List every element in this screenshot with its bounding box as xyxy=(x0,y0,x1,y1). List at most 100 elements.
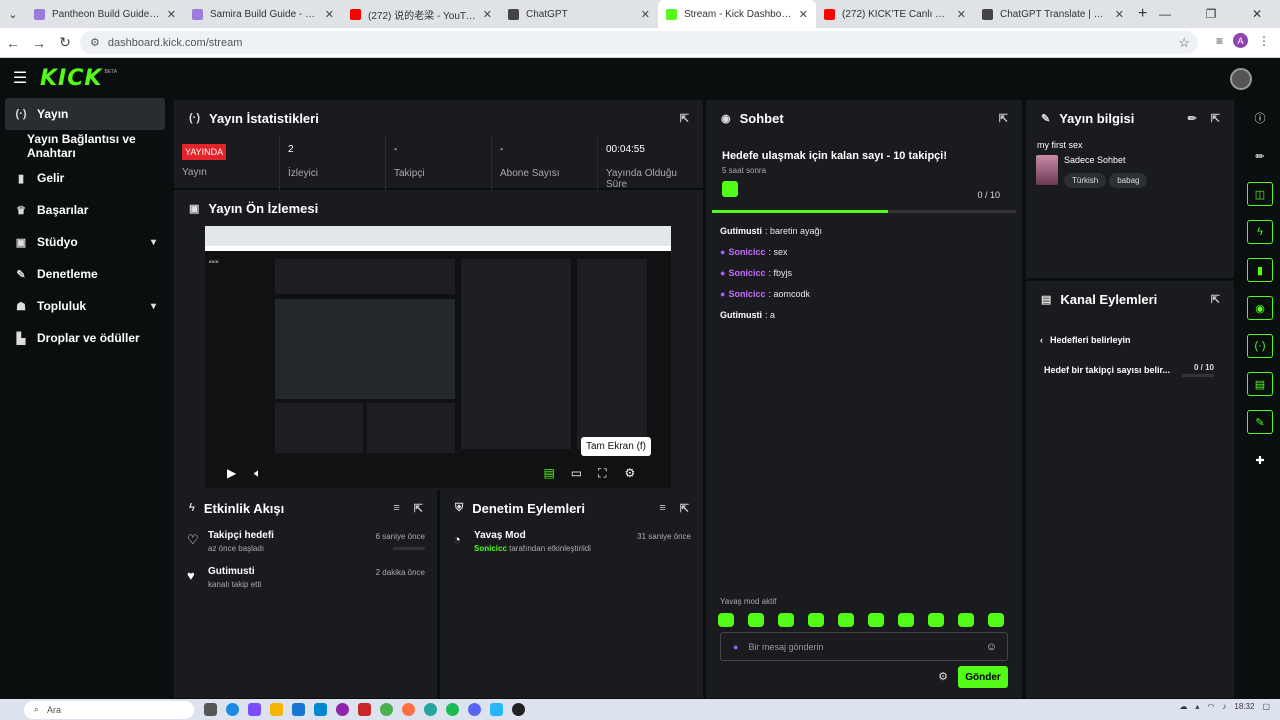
wifi-icon[interactable]: ◠ xyxy=(1207,702,1214,711)
emote-icon[interactable] xyxy=(898,613,914,627)
browser-tab[interactable]: (272) KICK'TE Canlı Yayın Nasıl✕ xyxy=(816,0,974,28)
sidebar-item-topluluk[interactable]: ☗ Topluluk ▾ xyxy=(0,290,170,322)
bookmark-star-icon[interactable]: ☆ xyxy=(1178,35,1190,51)
reload-icon[interactable]: ↻ xyxy=(52,34,78,51)
chrome-icon[interactable] xyxy=(380,703,393,716)
send-button[interactable]: Gönder xyxy=(958,666,1008,688)
close-tab-icon[interactable]: ✕ xyxy=(1115,8,1124,21)
sidebar-item-denetleme[interactable]: ✎ Denetleme xyxy=(0,258,170,290)
emote-icon[interactable] xyxy=(838,613,854,627)
app-icon[interactable] xyxy=(314,703,327,716)
app-icon[interactable] xyxy=(336,703,349,716)
emote-icon[interactable] xyxy=(778,613,794,627)
emote-icon[interactable] xyxy=(988,613,1004,627)
popout-icon[interactable]: ⇱ xyxy=(1211,293,1220,306)
chat-username[interactable]: Gutimusti xyxy=(720,226,762,236)
chatgpt-icon[interactable] xyxy=(512,703,525,716)
popout-icon[interactable]: ⇱ xyxy=(1211,112,1220,125)
chat-input[interactable]: ● Bir mesaj gönderin ☺ xyxy=(720,632,1008,661)
explorer-icon[interactable] xyxy=(270,703,283,716)
popout-icon[interactable]: ⇱ xyxy=(680,112,689,125)
emote-icon[interactable] xyxy=(868,613,884,627)
minimize-icon[interactable]: — xyxy=(1142,7,1188,21)
app-icon[interactable] xyxy=(424,703,437,716)
add-widget-icon[interactable]: ✚ xyxy=(1247,448,1273,472)
edit-icon[interactable]: ✏ xyxy=(1188,112,1197,125)
edge-icon[interactable] xyxy=(226,703,239,716)
browser-tab[interactable]: Stream - Kick Dashboard ✕ xyxy=(658,0,816,28)
actions-widget-icon[interactable]: ▤ xyxy=(1247,372,1273,396)
emote-icon[interactable] xyxy=(748,613,764,627)
discord-icon[interactable] xyxy=(468,703,481,716)
emoji-icon[interactable]: ☺ xyxy=(986,641,997,653)
volume-icon[interactable]: 🔈︎ xyxy=(254,466,261,481)
clip-icon[interactable]: ▤ xyxy=(543,466,554,480)
sidebar-item-studyo[interactable]: ▣ Stüdyo ▾ xyxy=(0,226,170,258)
restore-icon[interactable]: ❐ xyxy=(1188,7,1234,21)
spotify-icon[interactable] xyxy=(446,703,459,716)
emote-icon[interactable] xyxy=(808,613,824,627)
app-icon[interactable] xyxy=(402,703,415,716)
back-icon[interactable]: ← xyxy=(0,35,26,51)
app-icon[interactable] xyxy=(358,703,371,716)
user-avatar[interactable] xyxy=(1230,68,1252,90)
browser-tab[interactable]: (272) 说的老梁 - YouTube ✕ xyxy=(342,0,500,28)
sidebar-item-basarilar[interactable]: ♛ Başarılar xyxy=(0,194,170,226)
store-icon[interactable] xyxy=(292,703,305,716)
playlist-icon[interactable]: ≡ xyxy=(1216,34,1223,48)
fullscreen-icon[interactable]: ⛶ xyxy=(598,466,606,481)
hamburger-menu-icon[interactable]: ☰ xyxy=(0,68,40,88)
popout-icon[interactable]: ⇱ xyxy=(999,112,1008,125)
clock[interactable]: 18:32 xyxy=(1234,702,1254,711)
theatre-icon[interactable]: ▭ xyxy=(571,466,582,480)
popout-icon[interactable]: ⇱ xyxy=(680,502,689,515)
play-icon[interactable]: ▶ xyxy=(227,466,236,480)
emote-icon[interactable] xyxy=(958,613,974,627)
close-tab-icon[interactable]: ✕ xyxy=(483,8,492,21)
close-tab-icon[interactable]: ✕ xyxy=(325,8,334,21)
browser-tab[interactable]: ChatGPT ✕ xyxy=(500,0,658,28)
taskbar-search[interactable]: ⌕ Ara xyxy=(24,700,194,719)
chat-username[interactable]: Gutimusti xyxy=(720,310,762,320)
sidebar-item-droplar[interactable]: ▙ Droplar ve ödüller xyxy=(0,322,170,354)
app-icon[interactable] xyxy=(490,703,503,716)
stats-widget-icon[interactable]: ◫ xyxy=(1247,182,1273,206)
close-tab-icon[interactable]: ✕ xyxy=(799,8,808,21)
broadcast-widget-icon[interactable]: (·) xyxy=(1247,334,1273,358)
chat-widget-icon[interactable]: ◉ xyxy=(1247,296,1273,320)
browser-tab[interactable]: ChatGPT Translate | Hızlı, Doğru✕ xyxy=(974,0,1132,28)
close-tab-icon[interactable]: ✕ xyxy=(167,8,176,21)
settings-gear-icon[interactable]: ⚙ xyxy=(625,466,636,480)
pencil-icon[interactable]: ✏ xyxy=(1247,144,1273,168)
task-view-icon[interactable] xyxy=(204,703,217,716)
sidebar-item-yayin[interactable]: (·) Yayın xyxy=(5,98,165,130)
moderation-widget-icon[interactable]: ▮ xyxy=(1247,258,1273,282)
goal-row[interactable]: Hedef bir takipçi sayısı belir... 0 / 10 xyxy=(1026,357,1234,383)
chat-username[interactable]: Sonicicc xyxy=(728,268,765,278)
profile-avatar[interactable]: A xyxy=(1233,33,1248,48)
emote-icon[interactable] xyxy=(928,613,944,627)
copilot-icon[interactable] xyxy=(248,703,261,716)
chat-username[interactable]: Sonicicc xyxy=(728,289,765,299)
close-tab-icon[interactable]: ✕ xyxy=(957,8,966,21)
forward-icon[interactable]: → xyxy=(26,35,52,51)
browser-tab[interactable]: Samira Build Guide - Runes, Ite✕ xyxy=(184,0,342,28)
lightning-widget-icon[interactable]: ϟ xyxy=(1247,220,1273,244)
close-tab-icon[interactable]: ✕ xyxy=(641,8,650,21)
volume-icon[interactable]: ♪ xyxy=(1222,702,1226,711)
more-menu-icon[interactable]: ⋮ xyxy=(1258,34,1270,48)
emote-icon[interactable] xyxy=(718,613,734,627)
filter-icon[interactable]: ≡ xyxy=(393,502,399,515)
sidebar-item-gelir[interactable]: ▮ Gelir xyxy=(0,162,170,194)
url-field[interactable]: ⚙ dashboard.kick.com/stream ☆ xyxy=(80,31,1198,54)
popout-icon[interactable]: ⇱ xyxy=(414,502,423,515)
site-info-icon[interactable]: ⚙ xyxy=(90,36,100,49)
filter-icon[interactable]: ≡ xyxy=(659,502,665,515)
kick-logo[interactable]: KICK xyxy=(40,66,102,91)
tab-search-icon[interactable]: ⌄ xyxy=(0,0,26,28)
close-window-icon[interactable]: ✕ xyxy=(1234,7,1280,21)
chat-settings-icon[interactable]: ⚙ xyxy=(938,670,948,683)
info-icon[interactable]: ⓘ xyxy=(1247,106,1273,130)
sidebar-item-stream-key[interactable]: Yayın Bağlantısı ve Anahtarı xyxy=(0,130,170,162)
chat-username[interactable]: Sonicicc xyxy=(728,247,765,257)
